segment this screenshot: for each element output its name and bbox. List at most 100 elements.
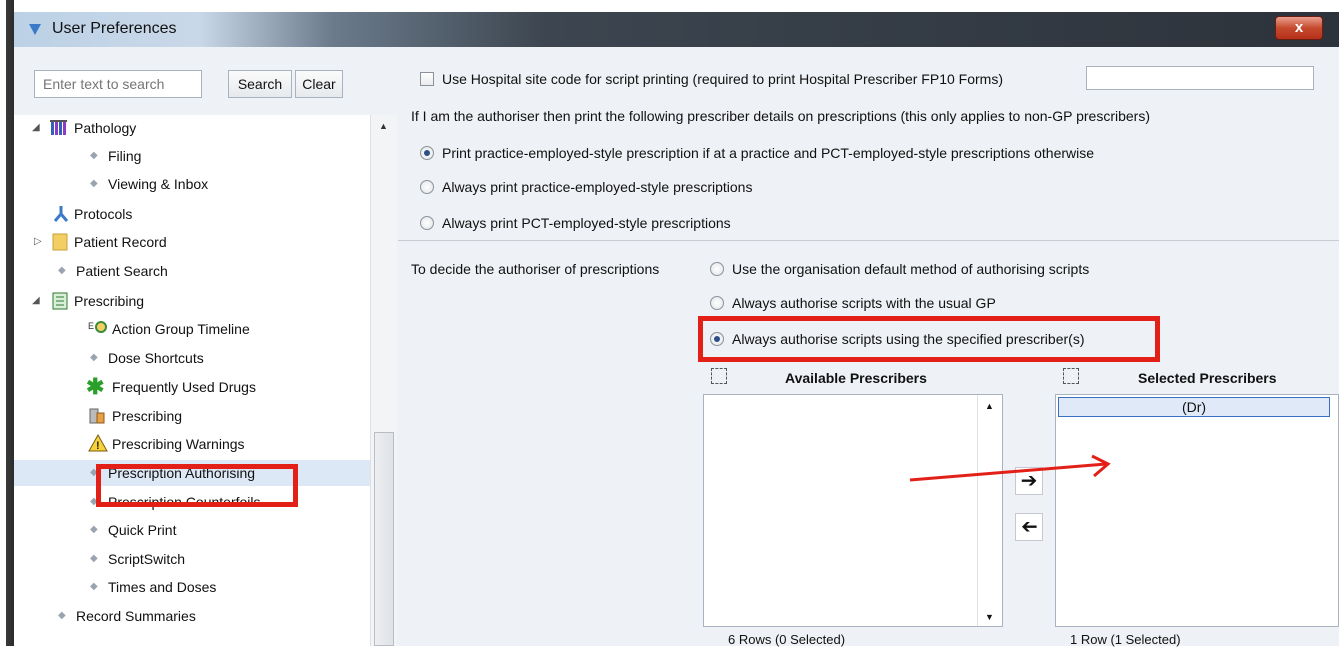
- pill-bottle-icon: [89, 408, 105, 424]
- hospital-code-checkbox[interactable]: [420, 72, 434, 86]
- tree-item-label: ScriptSwitch: [108, 551, 186, 567]
- print-option-label: Always print practice-employed-style pre…: [442, 179, 753, 195]
- remove-prescriber-button[interactable]: ➔: [1015, 513, 1043, 541]
- tree-item-label: Prescribing: [112, 408, 183, 424]
- available-prescribers-header: Available Prescribers: [785, 370, 927, 386]
- tree-item-label: Filing: [108, 148, 142, 164]
- svg-text:!: !: [96, 440, 100, 452]
- tree-item-label: Times and Doses: [108, 579, 217, 595]
- decide-authoriser-label: To decide the authoriser of prescription…: [411, 261, 660, 277]
- print-option-pct-radio[interactable]: [420, 216, 434, 230]
- selected-rows-count: 1 Row (1 Selected): [1070, 632, 1181, 647]
- title-bar: User Preferences x: [14, 12, 1339, 47]
- bullet-icon: ◆: [58, 610, 66, 621]
- arrow-left-icon: ➔: [1020, 516, 1038, 538]
- authorise-default-radio[interactable]: [710, 262, 724, 276]
- bullet-icon: ◆: [90, 178, 98, 189]
- scroll-up-icon[interactable]: ▲: [379, 121, 388, 131]
- select-all-selected-checkbox[interactable]: [1063, 368, 1079, 384]
- tree-item-label: Quick Print: [108, 522, 177, 538]
- tree-scroll-thumb[interactable]: [374, 432, 394, 646]
- scroll-up-icon[interactable]: ▲: [985, 401, 994, 411]
- tree-item-record-summaries[interactable]: ◆ Record Summaries: [14, 603, 370, 629]
- tree-item-prescribing[interactable]: Prescribing: [14, 403, 370, 429]
- window-frame-left: [0, 0, 14, 646]
- selected-prescribers-list[interactable]: (Dr): [1055, 394, 1339, 627]
- close-button[interactable]: x: [1275, 16, 1323, 40]
- tree-item-label: Record Summaries: [76, 608, 196, 624]
- tree-item-label: Pathology: [74, 120, 137, 136]
- scroll-down-icon[interactable]: ▼: [985, 612, 994, 622]
- asterisk-icon: ✱: [86, 374, 105, 399]
- tree-item-prescribing-group[interactable]: ◢ Prescribing: [14, 288, 370, 314]
- timeline-icon: E: [88, 321, 107, 333]
- tree-item-filing[interactable]: ◆ Filing: [14, 143, 370, 169]
- tree-item-quick-print[interactable]: ◆ Quick Print: [14, 517, 370, 543]
- bullet-icon: ◆: [90, 553, 98, 564]
- tree-item-patient-search[interactable]: ◆ Patient Search: [14, 258, 370, 284]
- tree-item-label: Prescribing Warnings: [112, 436, 245, 452]
- tree-item-scriptswitch[interactable]: ◆ ScriptSwitch: [14, 546, 370, 572]
- app-icon: [29, 24, 41, 35]
- bullet-icon: ◆: [90, 524, 98, 535]
- navigation-panel: Search Clear ◢ Pathology ◆ Filing ◆ View…: [14, 47, 399, 646]
- tree-item-times-and-doses[interactable]: ◆ Times and Doses: [14, 574, 370, 600]
- tree-item-dose-shortcuts[interactable]: ◆ Dose Shortcuts: [14, 345, 370, 371]
- tree-item-label: Protocols: [74, 206, 133, 222]
- authoriser-print-label: If I am the authoriser then print the fo…: [411, 108, 1150, 124]
- hospital-code-label: Use Hospital site code for script printi…: [442, 71, 1003, 87]
- tree-item-label: Action Group Timeline: [112, 321, 250, 337]
- clear-button[interactable]: Clear: [295, 70, 343, 98]
- expand-icon[interactable]: ▷: [34, 229, 42, 255]
- available-list-scrollbar[interactable]: ▲ ▼: [977, 395, 1002, 626]
- bullet-icon: ◆: [90, 352, 98, 363]
- tree-item-action-group-timeline[interactable]: E Action Group Timeline: [14, 316, 370, 342]
- print-option-practice-or-pct-radio[interactable]: [420, 146, 434, 160]
- tree-item-patient-record[interactable]: ▷ Patient Record: [14, 229, 370, 255]
- authorise-usual-gp-radio[interactable]: [710, 296, 724, 310]
- available-prescribers-list[interactable]: ▲ ▼: [703, 394, 1003, 627]
- search-button[interactable]: Search: [228, 70, 292, 98]
- bullet-icon: ◆: [90, 150, 98, 161]
- selected-prescribers-header: Selected Prescribers: [1138, 370, 1277, 386]
- print-option-label: Always print PCT-employed-style prescrip…: [442, 215, 731, 231]
- tree-item-label: Patient Search: [76, 263, 168, 279]
- pathology-icon: [50, 120, 67, 135]
- settings-panel: Use Hospital site code for script printi…: [398, 47, 1339, 647]
- tree-item-label: Prescribing: [74, 293, 145, 309]
- tree-item-label: Viewing & Inbox: [108, 176, 209, 192]
- tree-item-viewing-inbox[interactable]: ◆ Viewing & Inbox: [14, 171, 370, 197]
- hospital-code-field[interactable]: [1086, 66, 1314, 90]
- folder-icon: [52, 233, 68, 251]
- bullet-icon: ◆: [58, 265, 66, 276]
- tree-item-label: Patient Record: [74, 234, 167, 250]
- collapse-icon[interactable]: ◢: [32, 288, 40, 314]
- tree-item-pathology[interactable]: ◢ Pathology: [14, 115, 370, 141]
- tree-item-frequently-used-drugs[interactable]: ✱ Frequently Used Drugs: [14, 374, 370, 400]
- svg-text:E: E: [88, 321, 94, 331]
- tree-item-label: Frequently Used Drugs: [112, 379, 256, 395]
- collapse-icon[interactable]: ◢: [32, 115, 40, 141]
- select-all-available-checkbox[interactable]: [711, 368, 727, 384]
- tree-scrollbar[interactable]: ▲: [370, 115, 397, 646]
- tree-item-label: Dose Shortcuts: [108, 350, 204, 366]
- bullet-icon: ◆: [90, 581, 98, 592]
- tree-item-prescribing-warnings[interactable]: ! Prescribing Warnings: [14, 431, 370, 457]
- print-option-practice-radio[interactable]: [420, 180, 434, 194]
- window-title: User Preferences: [52, 20, 177, 37]
- annotation-arrow: [909, 454, 1111, 482]
- authorise-option-label: Always authorise scripts with the usual …: [732, 295, 996, 311]
- print-option-label: Print practice-employed-style prescripti…: [442, 145, 1095, 161]
- search-input[interactable]: [34, 70, 202, 98]
- available-rows-count: 6 Rows (0 Selected): [728, 632, 846, 647]
- preferences-tree: ◢ Pathology ◆ Filing ◆ Viewing & Inbox P…: [14, 115, 370, 646]
- highlight-box: [698, 316, 1160, 362]
- selected-prescriber-row[interactable]: (Dr): [1058, 397, 1330, 417]
- tree-item-protocols[interactable]: Protocols: [14, 201, 370, 227]
- prescribing-icon: [52, 292, 68, 310]
- highlight-box: [96, 464, 298, 507]
- section-divider: [398, 240, 1339, 241]
- authorise-option-label: Use the organisation default method of a…: [732, 261, 1090, 277]
- warning-icon: !: [88, 434, 108, 452]
- protocols-icon: [53, 206, 69, 222]
